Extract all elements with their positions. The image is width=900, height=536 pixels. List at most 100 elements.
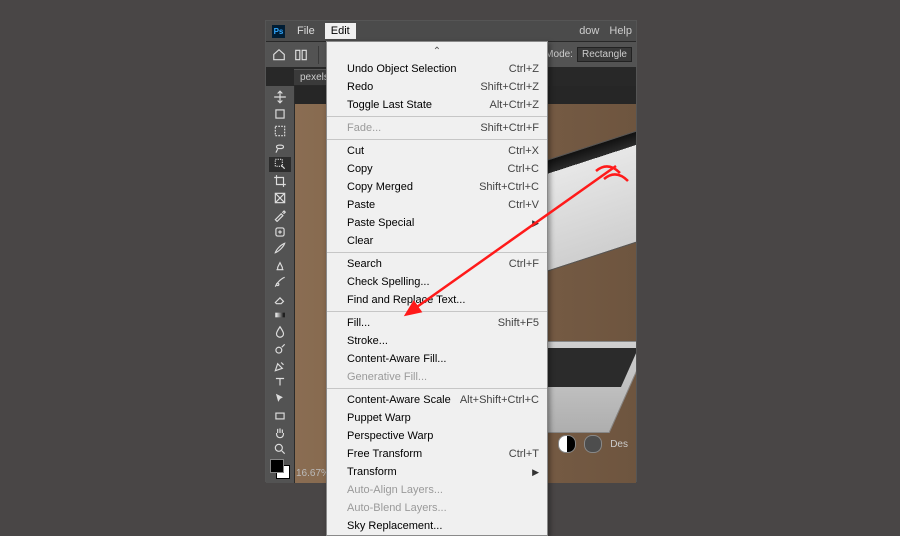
menu-file[interactable]: File [291,23,321,39]
menuitem-label: Fill... [347,317,370,329]
menuitem-label: Copy Merged [347,181,413,193]
submenu-arrow-icon: ▶ [532,218,539,229]
menu-bar: Ps File Edit dow Help [266,21,636,41]
menuitem-shortcut: Shift+F5 [498,317,539,329]
history-brush-tool[interactable] [269,274,291,289]
menuitem-shortcut: Shift+Ctrl+F [480,122,539,134]
menuitem-free-transform[interactable]: Free Transform Ctrl+T [327,445,547,463]
menuitem-paste-special[interactable]: Paste Special ▶ [327,214,547,232]
mask-mode-icon[interactable] [558,435,576,453]
menuitem-label: Stroke... [347,335,388,347]
frame-tool[interactable] [269,191,291,206]
menuitem-auto-blend-layers: Auto-Blend Layers... [327,499,547,517]
healing-brush-tool[interactable] [269,224,291,239]
menuitem-find-and-replace-text[interactable]: Find and Replace Text... [327,291,547,309]
menuitem-label: Paste Special [347,217,414,229]
menuitem-shortcut: Ctrl+C [508,163,539,175]
edit-dropdown-menu: ⌃ Undo Object SelectionCtrl+Z Redo Shift+C… [326,41,548,536]
pen-tool[interactable] [269,358,291,373]
menuitem-label: Search [347,258,382,270]
menuitem-shortcut: Shift+Ctrl+Z [480,81,539,93]
circle-control-icon[interactable] [584,435,602,453]
zoom-percentage[interactable]: 16.67% [296,468,330,479]
dropdown-back-caret[interactable]: ⌃ [327,42,547,60]
eraser-tool[interactable] [269,291,291,306]
crop-tool[interactable] [269,174,291,189]
home-icon[interactable] [270,46,288,64]
deselect-label-trunc[interactable]: Des [610,439,628,450]
menuitem-redo[interactable]: Redo Shift+Ctrl+Z [327,78,547,96]
menuitem-search[interactable]: Search Ctrl+F [327,255,547,273]
move-tool[interactable] [269,90,291,105]
foreground-background-colors[interactable] [269,459,291,479]
lasso-tool[interactable] [269,140,291,155]
menuitem-shortcut: Ctrl+V [508,199,539,211]
menuitem-content-aware-fill[interactable]: Content-Aware Fill... [327,350,547,368]
menuitem-label: Content-Aware Fill... [347,353,446,365]
menuitem-puppet-warp[interactable]: Puppet Warp [327,409,547,427]
submenu-arrow-icon: ▶ [532,467,539,478]
blur-tool[interactable] [269,325,291,340]
eyedropper-tool[interactable] [269,207,291,222]
rect-marquee-tool[interactable] [269,124,291,139]
menuitem-transform[interactable]: Transform ▶ [327,463,547,481]
menuitem-clear[interactable]: Clear [327,232,547,250]
menu-separator [327,311,547,312]
menuitem-label: Perspective Warp [347,430,433,442]
mode-select[interactable]: Rectangle [577,47,632,62]
menuitem-shortcut: Ctrl+F [509,258,539,270]
menu-separator [327,252,547,253]
menu-window-trunc[interactable]: dow [579,25,599,37]
menuitem-cut[interactable]: CutCtrl+X [327,142,547,160]
object-selection-tool[interactable] [269,157,291,172]
clone-stamp-tool[interactable] [269,258,291,273]
menuitem-label: Cut [347,145,364,157]
menuitem-sky-replacement[interactable]: Sky Replacement... [327,517,547,535]
menuitem-shortcut: Ctrl+Z [509,63,539,75]
menuitem-shortcut: Alt+Shift+Ctrl+C [460,394,539,406]
gradient-tool[interactable] [269,308,291,323]
menuitem-label: Toggle Last State [347,99,432,111]
menuitem-auto-align-layers: Auto-Align Layers... [327,481,547,499]
dodge-tool[interactable] [269,341,291,356]
artboard-tool[interactable] [269,107,291,122]
arrange-documents-icon[interactable] [292,46,310,64]
brush-tool[interactable] [269,241,291,256]
menu-separator [327,116,547,117]
menuitem-copy[interactable]: Copy Ctrl+C [327,160,547,178]
menuitem-check-spelling[interactable]: Check Spelling... [327,273,547,291]
menuitem-undo-object-selection[interactable]: Undo Object SelectionCtrl+Z [327,60,547,78]
menuitem-toggle-last-state[interactable]: Toggle Last StateAlt+Ctrl+Z [327,96,547,114]
type-tool[interactable] [269,375,291,390]
mode-label: Mode: [545,49,573,60]
menuitem-generative-fill: Generative Fill... [327,368,547,386]
menuitem-fill[interactable]: Fill... Shift+F5 [327,314,547,332]
hand-tool[interactable] [269,425,291,440]
zoom-tool[interactable] [269,442,291,457]
menuitem-label: Redo [347,81,373,93]
menuitem-label: Paste [347,199,375,211]
menuitem-copy-merged[interactable]: Copy Merged Shift+Ctrl+C [327,178,547,196]
menuitem-shortcut: Ctrl+T [509,448,539,460]
rectangle-shape-tool[interactable] [269,409,291,424]
menuitem-label: Transform [347,466,397,478]
menu-separator [327,388,547,389]
menuitem-content-aware-scale[interactable]: Content-Aware ScaleAlt+Shift+Ctrl+C [327,391,547,409]
menu-help[interactable]: Help [609,25,632,37]
path-selection-tool[interactable] [269,392,291,407]
menuitem-label: Puppet Warp [347,412,411,424]
menuitem-shortcut: Shift+Ctrl+C [479,181,539,193]
menuitem-label: Clear [347,235,373,247]
menu-separator [327,139,547,140]
canvas-quick-controls: ✋ Des [535,435,628,453]
menuitem-label: Copy [347,163,373,175]
menuitem-label: Fade... [347,122,381,134]
menuitem-paste[interactable]: Paste Ctrl+V [327,196,547,214]
photoshop-window: Ps File Edit dow Help Mode: Rectangle pe… [265,20,637,482]
menuitem-stroke[interactable]: Stroke... [327,332,547,350]
menu-edit[interactable]: Edit [325,23,356,39]
menuitem-label: Free Transform [347,448,422,460]
toolbox [266,86,295,483]
menuitem-perspective-warp[interactable]: Perspective Warp [327,427,547,445]
menuitem-label: Check Spelling... [347,276,430,288]
